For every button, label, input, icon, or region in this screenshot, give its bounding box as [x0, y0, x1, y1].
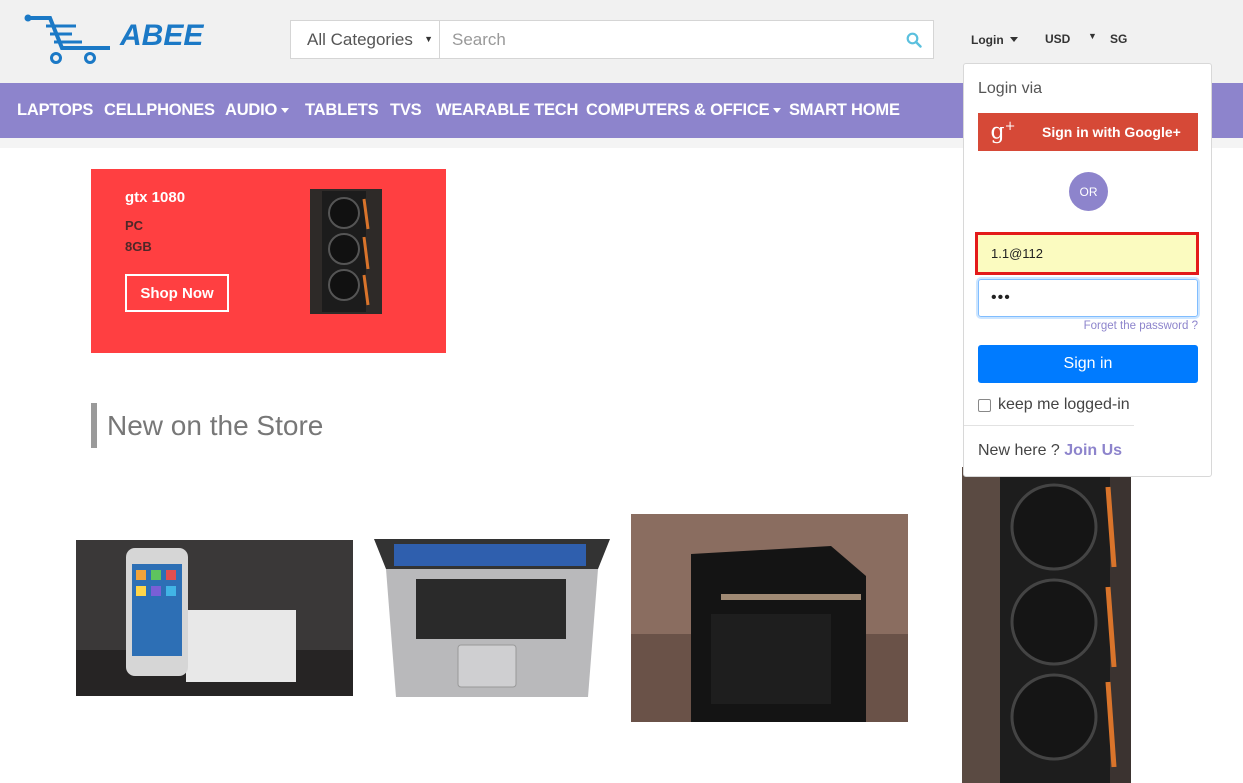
search-button[interactable]: [895, 21, 933, 58]
new-here-text: New here ? Join Us: [978, 442, 1122, 460]
nav-item-wearable-tech[interactable]: WEARABLE TECH: [436, 101, 578, 120]
nav-item-laptops[interactable]: LAPTOPS: [17, 101, 93, 120]
login-via-label: Login via: [978, 80, 1043, 97]
search-bar: All Categories ▼: [290, 20, 934, 59]
region-label: SG: [1110, 32, 1128, 46]
keep-logged-in[interactable]: keep me logged-in: [978, 396, 1130, 414]
password-field[interactable]: •••: [978, 279, 1198, 317]
login-label: Login: [971, 33, 1004, 47]
login-dropdown-toggle[interactable]: Login: [971, 33, 1018, 47]
nav-label: COMPUTERS & OFFICE: [586, 101, 770, 119]
section-title: New on the Store: [91, 403, 323, 448]
search-icon: [906, 32, 922, 48]
caret-down-icon[interactable]: ▼: [1088, 31, 1097, 41]
email-field[interactable]: 1.1@112: [975, 232, 1199, 275]
nav-item-audio[interactable]: AUDIO: [225, 101, 290, 120]
laptop-image: [372, 535, 611, 702]
site-logo[interactable]: ABEE: [22, 12, 222, 66]
region-select[interactable]: SG: [1110, 32, 1127, 46]
shop-now-button[interactable]: Shop Now: [125, 274, 229, 312]
nav-item-tablets[interactable]: TABLETS: [305, 101, 379, 120]
nav-item-computers-office[interactable]: COMPUTERS & OFFICE: [586, 101, 782, 120]
divider: [964, 425, 1134, 426]
banner-spec-memory: 8GB: [125, 239, 152, 254]
nav-label: WEARABLE TECH: [436, 101, 579, 119]
nav-label: LAPTOPS: [17, 101, 94, 119]
search-input[interactable]: [440, 21, 895, 58]
product-card-iphone[interactable]: [76, 540, 353, 696]
product-card-pc-case[interactable]: [631, 514, 908, 722]
signin-button[interactable]: Sign in: [978, 345, 1198, 383]
keep-logged-in-label: keep me logged-in: [998, 396, 1130, 413]
keep-logged-in-checkbox[interactable]: [978, 398, 991, 412]
currency-label: USD: [1045, 32, 1071, 46]
pc-case-image: [631, 514, 908, 722]
google-signin-label: Sign in with Google+: [1042, 124, 1181, 140]
google-plus-icon: g+: [990, 119, 1016, 145]
category-select-label: All Categories: [307, 29, 413, 49]
nav-label: TVS: [390, 101, 422, 119]
nav-label: CELLPHONES: [104, 101, 215, 119]
nav-label: TABLETS: [305, 101, 379, 119]
nav-item-tvs[interactable]: TVS: [390, 101, 422, 120]
caret-down-icon: [1009, 37, 1018, 42]
product-card-laptop[interactable]: [372, 535, 611, 702]
caret-down-icon: ▼: [424, 34, 433, 44]
gpu-banner-image[interactable]: [310, 189, 382, 314]
category-select[interactable]: All Categories ▼: [291, 21, 440, 58]
banner-spec-type: PC: [125, 218, 144, 233]
iphone-image: [76, 540, 353, 696]
caret-down-icon: [281, 108, 290, 113]
nav-label: SMART HOME: [789, 101, 900, 119]
caret-down-icon: [773, 108, 782, 113]
login-dropdown: Login via g+ Sign in with Google+ OR 1.1…: [963, 63, 1212, 477]
join-us-link[interactable]: Join Us: [1064, 442, 1122, 459]
currency-select[interactable]: USD: [1045, 32, 1070, 46]
banner-title: gtx 1080: [125, 189, 186, 206]
nav-label: AUDIO: [225, 101, 278, 119]
nav-item-smart-home[interactable]: SMART HOME: [789, 101, 900, 120]
promo-banner: gtx 1080 PC 8GB Shop Now: [91, 169, 446, 353]
or-divider: OR: [1069, 172, 1108, 211]
logo-text: ABEE: [119, 19, 204, 52]
new-here-label: New here ?: [978, 442, 1060, 459]
product-card-gpu[interactable]: [962, 467, 1131, 783]
forgot-password-link[interactable]: Forget the password ?: [1084, 320, 1198, 332]
gpu-image: [962, 467, 1131, 783]
google-signin-button[interactable]: g+ Sign in with Google+: [978, 113, 1198, 151]
nav-item-cellphones[interactable]: CELLPHONES: [104, 101, 215, 120]
